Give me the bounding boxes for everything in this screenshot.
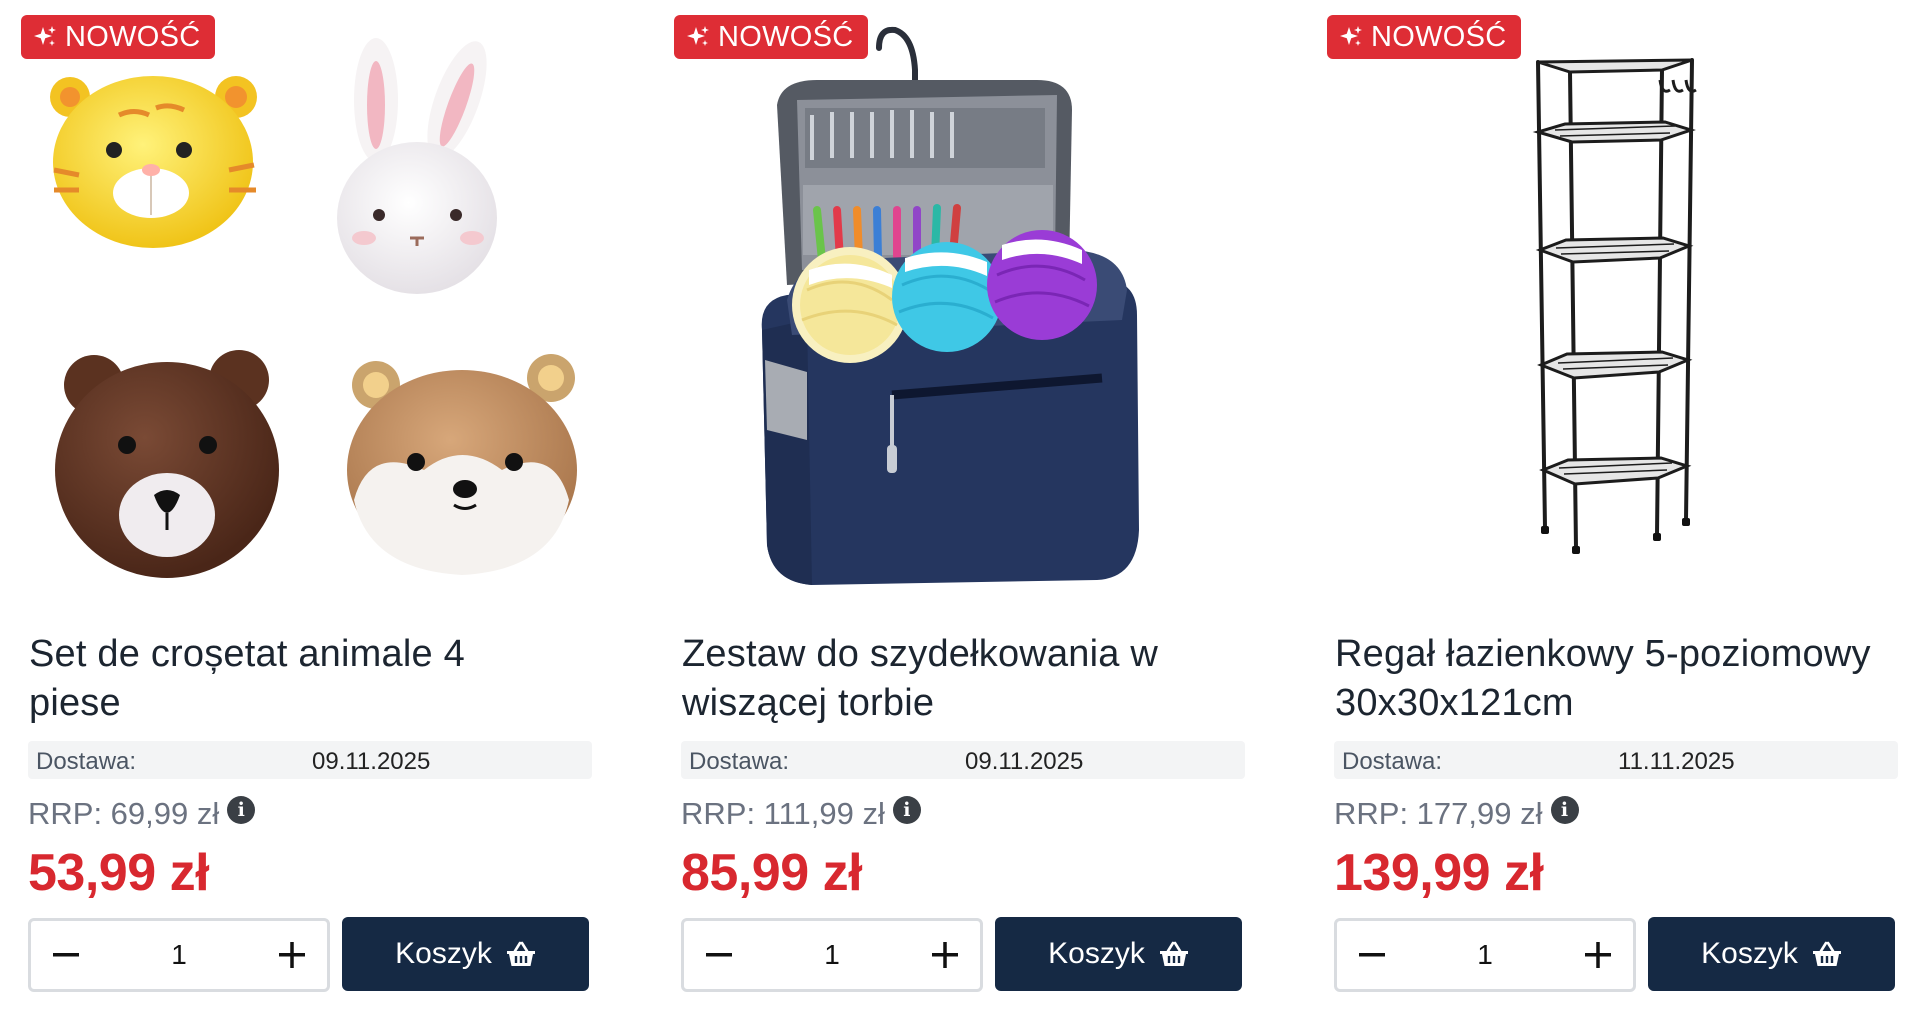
cart-button-label: Koszyk [1048,937,1145,970]
minus-icon [53,953,79,957]
product-image-link[interactable]: NOWOŚĆ [674,0,1277,610]
rrp-row: RRP: 111,99 zł i [681,794,921,834]
new-badge: NOWOŚĆ [21,15,215,59]
delivery-date: 09.11.2025 [965,748,1084,775]
delivery-row: Dostawa: 11.11.2025 [1334,741,1898,779]
sparkle-icon [1340,26,1362,46]
add-to-cart-button[interactable]: Koszyk [995,917,1242,991]
product-title[interactable]: Set de croșetat animale 4 piese [29,630,629,728]
quantity-value[interactable]: 1 [101,921,257,989]
product-title-line: wiszącej torbie [682,682,935,724]
increase-quantity-button[interactable] [257,921,327,989]
product-title[interactable]: Zestaw do szydełkowania w wiszącej torbi… [682,630,1282,728]
quantity-value[interactable]: 1 [754,921,910,989]
delivery-row: Dostawa: 09.11.2025 [681,741,1245,779]
product-title-line: piese [29,682,121,724]
decrease-quantity-button[interactable] [31,921,101,989]
product-title-line: Set de croșetat animale 4 [29,633,465,675]
shelf-levels [1532,58,1696,486]
rrp-row: RRP: 177,99 zł i [1334,794,1579,834]
product-card: NOWOŚĆ [674,0,1277,1012]
info-icon[interactable]: i [892,796,921,824]
info-icon[interactable]: i [227,796,256,824]
minus-icon [1359,953,1385,957]
delivery-date: 11.11.2025 [1618,748,1735,775]
delivery-row: Dostawa: 09.11.2025 [28,741,592,779]
badge-label: NOWOŚĆ [1371,20,1507,53]
sparkle-icon [34,26,56,46]
decrease-quantity-button[interactable] [1337,921,1407,989]
cart-button-label: Koszyk [395,937,492,970]
badge-label: NOWOŚĆ [718,20,854,53]
product-title-line: 30x30x121cm [1335,682,1574,724]
add-to-cart-button[interactable]: Koszyk [1648,917,1895,991]
crochet-bag-image [761,26,1139,585]
product-card: NOWOŚĆ [21,0,624,1012]
sale-price: 139,99 zł [1334,844,1544,902]
rrp-price: RRP: 69,99 zł [28,796,220,831]
plus-icon [279,942,305,968]
basket-icon [506,941,535,966]
minus-icon [706,953,732,957]
basket-icon [1159,941,1188,966]
sparkle-icon [687,26,709,46]
rrp-row: RRP: 69,99 zł i [28,794,256,834]
new-badge: NOWOŚĆ [1327,15,1521,59]
delivery-label: Dostawa: [1342,748,1443,775]
bathroom-shelf-image [1532,58,1697,554]
product-image-link[interactable]: NOWOŚĆ [21,0,624,610]
plus-icon [1585,942,1611,968]
sale-price: 85,99 zł [681,844,863,902]
sale-price: 53,99 zł [28,844,210,902]
increase-quantity-button[interactable] [910,921,980,989]
new-badge: NOWOŚĆ [674,15,868,59]
product-image-link[interactable]: NOWOŚĆ [1327,0,1920,610]
info-icon[interactable]: i [1550,796,1579,824]
decrease-quantity-button[interactable] [684,921,754,989]
rrp-price: RRP: 111,99 zł [681,796,885,831]
product-grid: NOWOŚĆ Set de croșetat animale 4 piese D… [0,0,1920,1012]
quantity-stepper: 1 [28,918,330,992]
basket-icon [1812,941,1841,966]
plus-icon [932,942,958,968]
rrp-price: RRP: 177,99 zł [1334,796,1543,831]
delivery-date: 09.11.2025 [312,748,431,775]
quantity-value[interactable]: 1 [1407,921,1563,989]
add-to-cart-button[interactable]: Koszyk [342,917,589,991]
product-title-line: Zestaw do szydełkowania w [682,633,1158,675]
badge-label: NOWOŚĆ [65,20,201,53]
product-title-line: Regał łazienkowy 5-poziomowy [1335,633,1871,675]
product-title[interactable]: Regał łazienkowy 5-poziomowy 30x30x121cm [1335,630,1920,728]
delivery-label: Dostawa: [36,748,137,775]
product-card: NOWOŚĆ [1327,0,1920,1012]
cart-button-label: Koszyk [1701,937,1798,970]
quantity-stepper: 1 [681,918,983,992]
delivery-label: Dostawa: [689,748,790,775]
quantity-stepper: 1 [1334,918,1636,992]
crochet-animals-image [50,38,577,578]
increase-quantity-button[interactable] [1563,921,1633,989]
